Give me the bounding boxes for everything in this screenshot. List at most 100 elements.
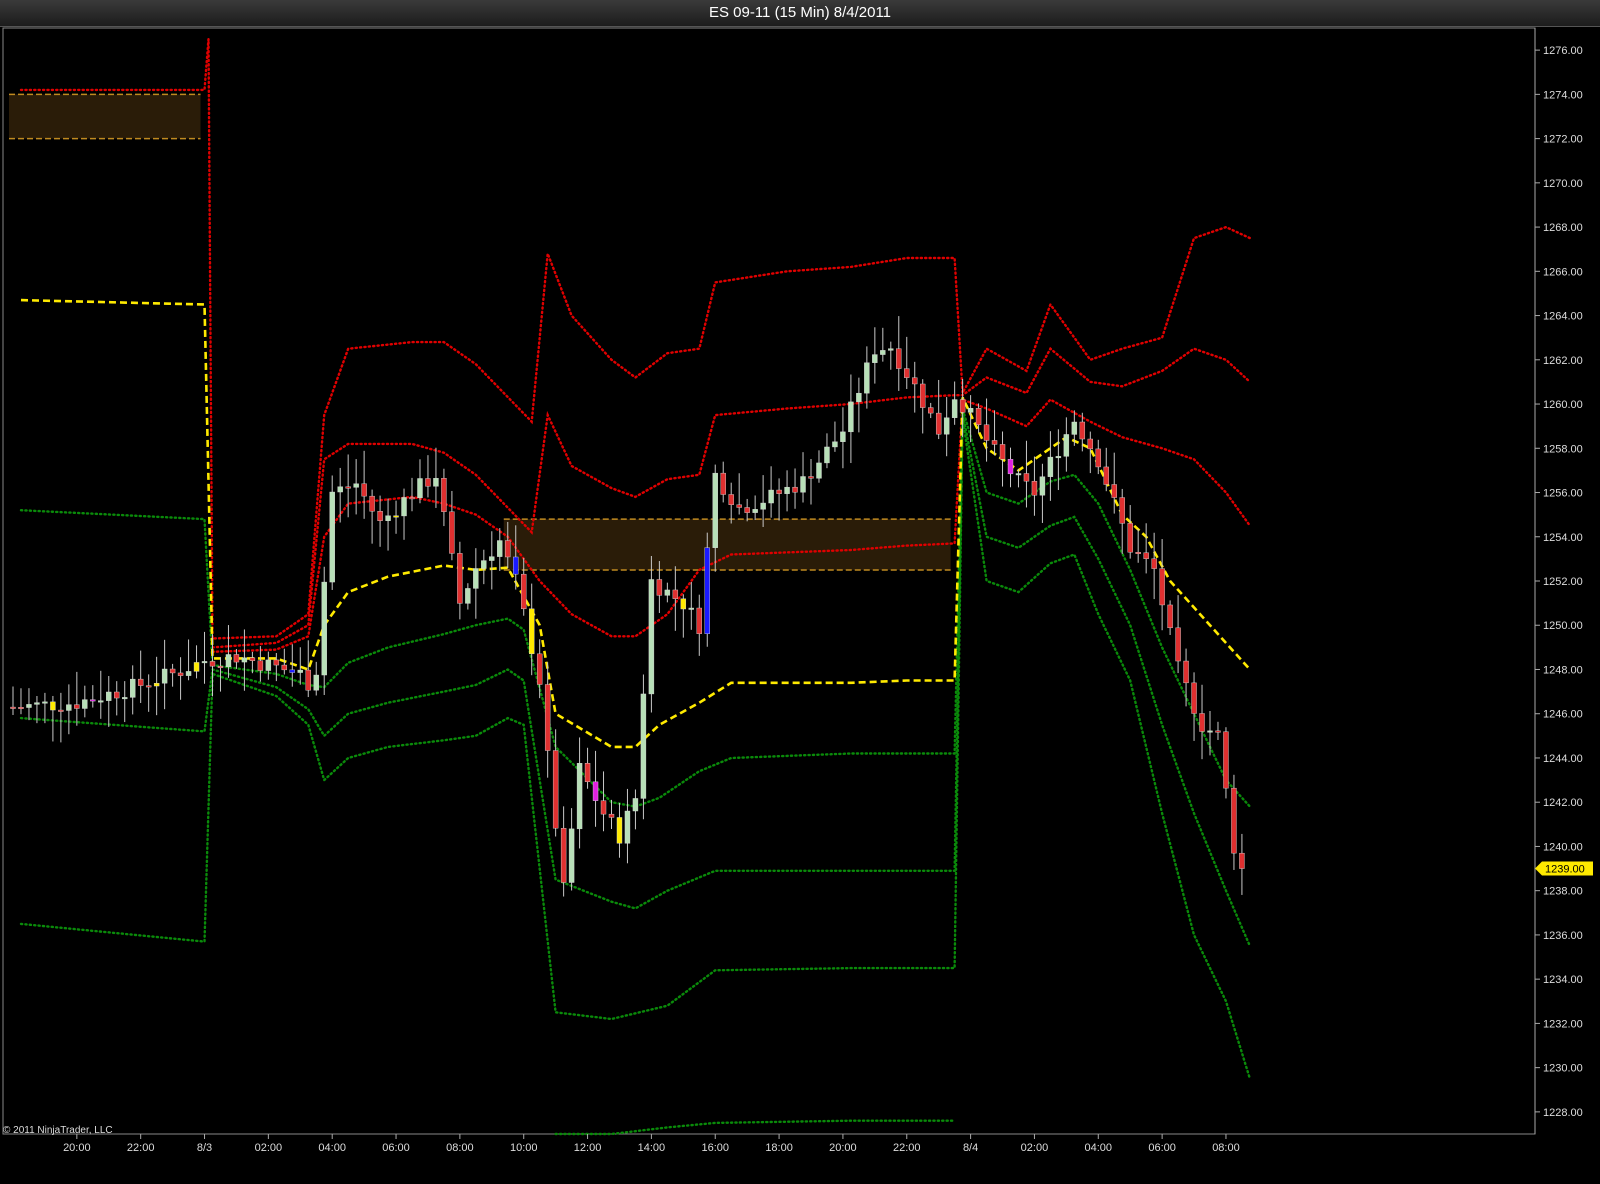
price-tick-label: 1266.00 [1543,266,1583,278]
candle-body [409,497,415,500]
candle-body [1215,730,1221,733]
time-tick-label: 20:00 [829,1142,857,1154]
candle-body [672,589,679,599]
candle-body [704,547,710,634]
price-axis[interactable]: 1228.00 1230.00 1232.00 1234.00 1236.00 1238.… [1534,28,1583,1134]
price-tick-label: 1274.00 [1543,89,1583,101]
candle-body [1143,552,1149,559]
price-tick-label: 1232.00 [1543,1018,1583,1030]
candle-body [1231,787,1237,854]
candle-body [1055,456,1062,459]
candle-body [193,662,200,672]
candle-body [696,607,702,634]
time-tick-label: 18:00 [765,1142,793,1154]
candle-body [1183,660,1189,684]
candle-body [106,691,112,701]
candle-body [513,556,519,575]
candle-body [257,660,264,671]
candle-body [505,540,511,558]
candle-body [736,504,742,508]
candle-body [74,704,80,709]
candle-body [26,704,32,708]
time-tick-label: 08:00 [1212,1142,1240,1154]
candle-body [840,431,846,442]
candle-body [321,581,327,676]
candle-body [353,483,359,488]
candle-body [225,654,232,668]
price-chart[interactable]: 1228.00 1230.00 1232.00 1234.00 1236.00 1238.… [0,0,1600,1184]
value-area-1 [503,519,951,570]
candle-body [896,348,902,369]
time-tick-label: 04:00 [1085,1142,1113,1154]
time-tick-label: 22:00 [893,1142,921,1154]
candle-body [369,495,375,512]
candle-body [457,553,463,604]
candle-body [1191,682,1197,714]
candle-body [560,828,567,883]
price-tick-label: 1258.00 [1543,443,1583,455]
candle-body [1167,604,1173,629]
candle-body [217,665,224,668]
candle-body [864,362,870,394]
time-tick-label: 10:00 [510,1142,538,1154]
price-tick-label: 1240.00 [1543,841,1583,853]
last-price-marker: 1239.00 [1535,861,1593,876]
candle-body [680,598,687,610]
candle-body [10,706,16,709]
price-tick-label: 1238.00 [1543,886,1583,898]
candle-body [465,588,471,604]
candle-body [640,693,647,799]
candle-body [552,750,559,829]
candle-body [544,684,551,751]
candle-body [209,661,216,667]
candle-body [632,798,639,812]
candle-body [848,401,854,433]
candle-body [305,669,311,691]
candle-body [249,657,256,661]
candle-body [920,383,926,408]
candle-body [648,579,655,695]
time-tick-label: 8/3 [197,1142,212,1154]
candle-body [473,568,479,589]
price-tick-label: 1246.00 [1543,709,1583,721]
candle-body [1047,456,1054,477]
candle-body [417,478,423,499]
candle-body [129,678,136,698]
time-tick-label: 04:00 [318,1142,346,1154]
candle-body [241,657,248,663]
candle-body [449,511,455,554]
candle-body [712,472,718,548]
candle-body [393,515,399,518]
candle-body [967,408,974,413]
price-tick-label: 1230.00 [1543,1063,1583,1075]
candle-body [401,497,407,517]
candle-body [1095,448,1101,468]
candle-body [784,486,790,494]
candle-body [744,507,750,513]
candle-body [1087,438,1094,450]
time-tick-label: 22:00 [127,1142,155,1154]
candle-body [42,701,48,704]
price-tick-label: 1244.00 [1543,753,1583,765]
candle-body [943,417,950,435]
candle-body [888,348,894,351]
candle-body [584,763,591,783]
candle-body [265,659,272,671]
candle-body [90,699,96,702]
candle-body [983,424,990,441]
candle-body [991,440,998,445]
price-tick-label: 1228.00 [1543,1107,1583,1119]
candle-body [808,476,814,479]
candle-body [872,354,878,363]
candle-body [776,489,782,494]
candle-body [18,707,24,709]
candle-body [425,478,431,487]
time-axis[interactable]: 20:00 22:00 8/3 02:00 04:00 06:00 08:00 10:00 12… [63,1134,1240,1154]
candle-body [1071,421,1078,435]
candle-body [624,810,631,844]
candle-body [880,350,886,355]
price-tick-label: 1256.00 [1543,488,1583,500]
last-price-label: 1239.00 [1545,864,1585,876]
candle-body [1007,459,1014,475]
candle-body [433,478,439,487]
